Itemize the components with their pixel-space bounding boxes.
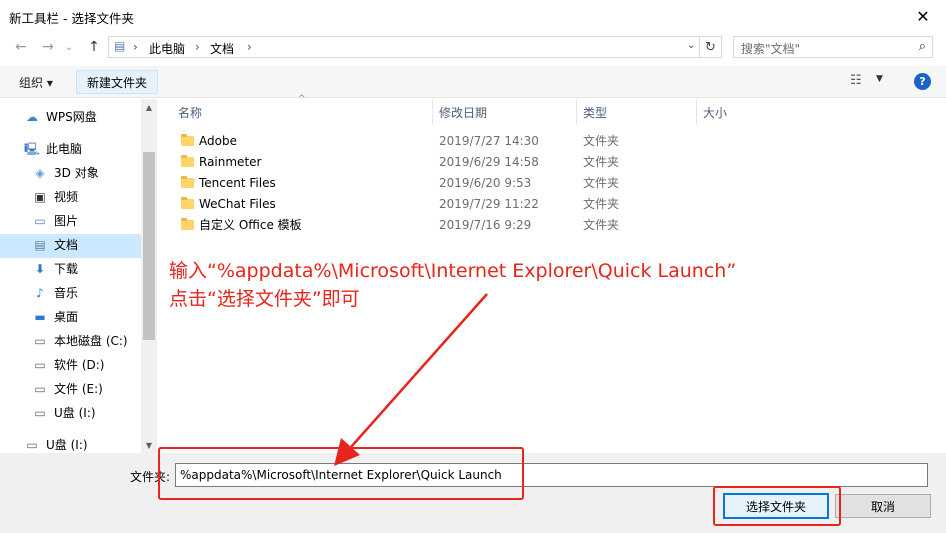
annotation-arrow-shaft [350, 293, 488, 448]
annotation-arrow [334, 293, 488, 466]
